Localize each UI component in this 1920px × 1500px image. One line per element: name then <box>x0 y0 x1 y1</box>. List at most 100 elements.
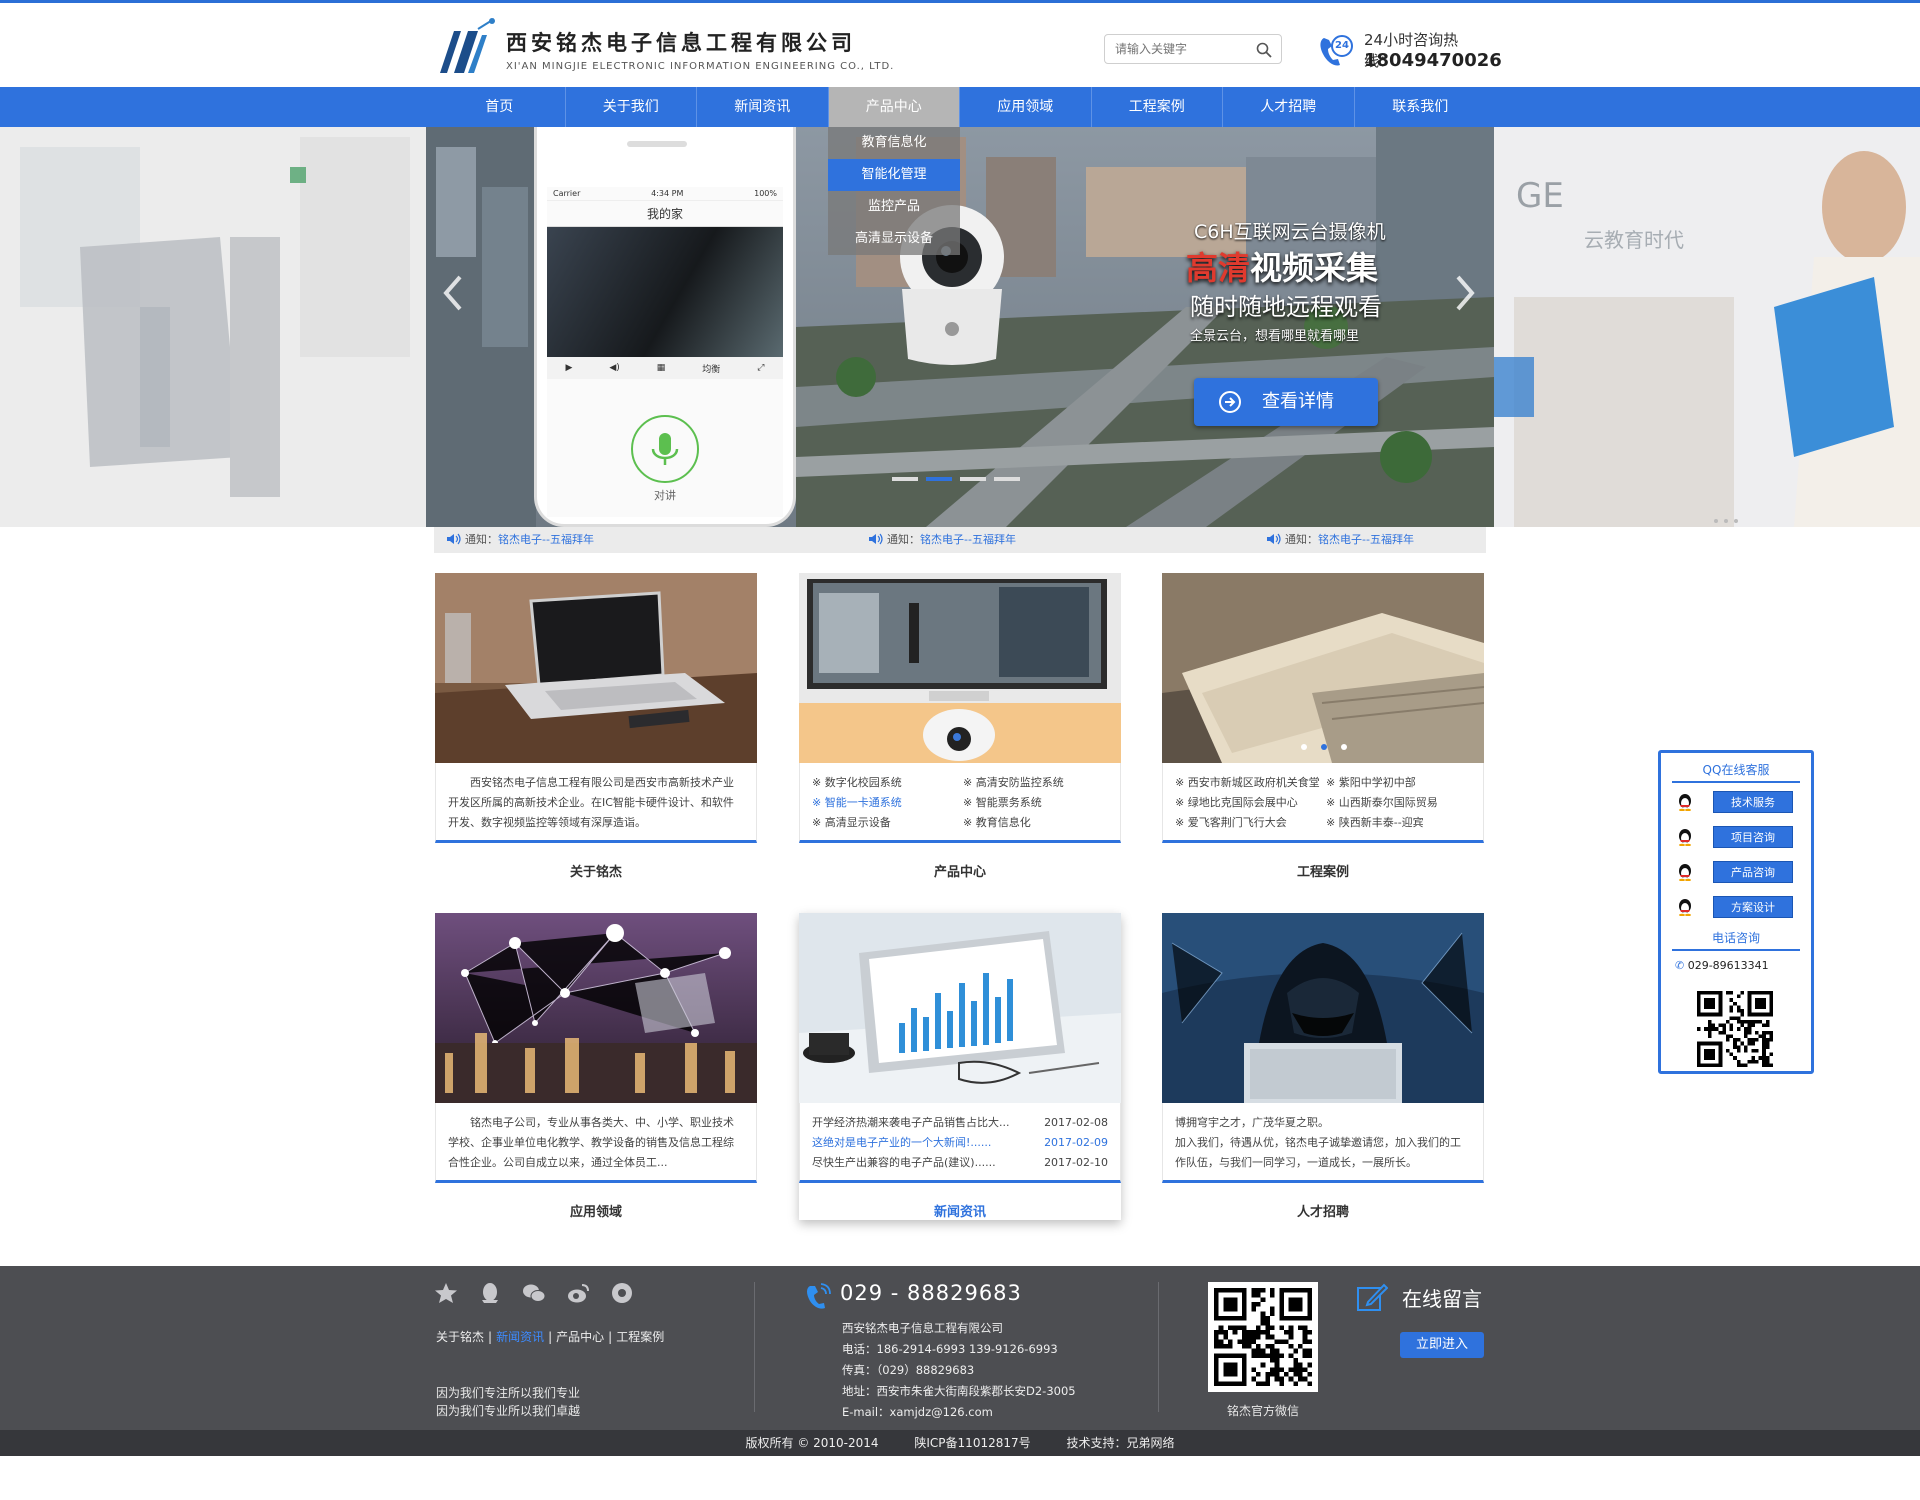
case-list-item[interactable]: ※ 山西斯泰尔国际贸易 <box>1326 793 1471 813</box>
card-products-title[interactable]: 产品中心 <box>799 861 1121 880</box>
product-list-item[interactable]: ※ 高清显示设备 <box>812 813 957 833</box>
phone-24h-icon <box>1320 35 1353 66</box>
qq-service-button[interactable]: 项目咨询 <box>1713 826 1793 848</box>
nav-about[interactable]: 关于我们 <box>566 87 697 127</box>
news-title[interactable]: 尽快生产出兼容的电子产品(建议)...... <box>812 1153 996 1173</box>
product-list-item[interactable]: ※ 高清安防监控系统 <box>963 773 1108 793</box>
notice-item: 通知：铭杰电子--五福拜年 <box>1266 527 1414 553</box>
card-about[interactable]: 西安铭杰电子信息工程有限公司是西安市高新技术产业开发区所属的高新技术企业。在IC… <box>435 573 757 880</box>
tech-support[interactable]: 技术支持：兄弟网络 <box>1066 1436 1174 1450</box>
card-news-list: 开学经济热潮来袭电子产品销售占比大... 2017-02-08 这绝对是电子产业的一… <box>799 1103 1121 1183</box>
notice-link[interactable]: 铭杰电子--五福拜年 <box>498 533 594 546</box>
browser-icon[interactable] <box>610 1282 634 1304</box>
banner-next-arrow-icon[interactable] <box>1452 273 1478 313</box>
view-details-button[interactable]: 查看详情 <box>1194 378 1378 426</box>
phone-carrier: Carrier <box>553 189 581 198</box>
qq-service-button[interactable]: 产品咨询 <box>1713 861 1793 883</box>
notice-link[interactable]: 铭杰电子--五福拜年 <box>1318 533 1414 546</box>
qq-service-row: 项目咨询 <box>1661 818 1811 853</box>
card-jobs[interactable]: 博拥穹宇之才，广茂华夏之职。 加入我们，待遇从优，铭杰电子诚挚邀请您，加入我们的… <box>1162 913 1484 1220</box>
speaker-icon <box>869 533 883 545</box>
enter-now-button[interactable]: 立即进入 <box>1400 1332 1484 1358</box>
phone-screen: Carrier 4:34 PM 100% 我的家 ▶ ◀) ▦ 均衡 ⤢ 对讲 <box>547 187 783 517</box>
nav-applications[interactable]: 应用领域 <box>960 87 1092 127</box>
wechat-icon[interactable] <box>522 1282 546 1304</box>
banner-dot[interactable] <box>892 477 918 481</box>
search-box <box>1104 34 1282 64</box>
banner-dot[interactable] <box>926 477 952 481</box>
phone-mode-label: 均衡 <box>702 364 721 375</box>
nav-contact[interactable]: 联系我们 <box>1355 87 1487 127</box>
submenu-smart-management[interactable]: 智能化管理 <box>828 159 960 191</box>
footer-email: E-mail：xamjdz@126.com <box>842 1405 993 1419</box>
bullet-icon: ※ <box>1326 776 1339 789</box>
case-list-item[interactable]: ※ 绿地比克国际会展中心 <box>1175 793 1320 813</box>
product-list-item[interactable]: ※ 智能票务系统 <box>963 793 1108 813</box>
news-row[interactable]: 尽快生产出兼容的电子产品(建议)...... 2017-02-10 <box>812 1153 1108 1173</box>
banner-prev-arrow-icon[interactable] <box>440 273 466 313</box>
news-date: 2017-02-08 <box>1044 1116 1108 1129</box>
qr-code-icon <box>1214 1288 1312 1386</box>
qq-penguin-icon <box>1679 829 1691 846</box>
product-list-item[interactable]: ※ 数字化校园系统 <box>812 773 957 793</box>
search-input[interactable] <box>1105 35 1245 63</box>
footer-link-cases[interactable]: 工程案例 <box>616 1330 664 1344</box>
news-row[interactable]: 这绝对是电子产业的一个大新闻!...... 2017-02-09 <box>812 1133 1108 1153</box>
laptop-image <box>435 573 757 763</box>
case-list-item[interactable]: ※ 西安市新城区政府机关食堂 <box>1175 773 1320 793</box>
icp-number[interactable]: 陕ICP备11012817号 <box>914 1436 1030 1450</box>
banner-dot[interactable] <box>994 477 1020 481</box>
favorite-star-icon[interactable] <box>434 1282 458 1304</box>
case-list-label: 爱飞客荆门飞行大会 <box>1187 816 1287 829</box>
footer-company: 西安铭杰电子信息工程有限公司 <box>842 1321 1003 1335</box>
card-news-title[interactable]: 新闻资讯 <box>799 1201 1121 1220</box>
submenu-hd-display[interactable]: 高清显示设备 <box>828 223 960 255</box>
nav-home[interactable]: 首页 <box>434 87 566 127</box>
footer-link-news[interactable]: 新闻资讯 <box>496 1330 544 1344</box>
product-list-label: 高清显示设备 <box>824 816 891 829</box>
news-title[interactable]: 这绝对是电子产业的一个大新闻!...... <box>812 1133 991 1153</box>
footer-link-products[interactable]: 产品中心 <box>556 1330 604 1344</box>
qq-icon[interactable] <box>478 1282 502 1304</box>
card-about-title[interactable]: 关于铭杰 <box>435 861 757 880</box>
card-jobs-title[interactable]: 人才招聘 <box>1162 1201 1484 1220</box>
qq-service-button[interactable]: 方案设计 <box>1713 896 1793 918</box>
card-cases-title[interactable]: 工程案例 <box>1162 861 1484 880</box>
card-products[interactable]: ※ 数字化校园系统 ※ 高清安防监控系统 ※ 智能一卡通系统 ※ 智能票务系统 ※ 高清… <box>799 573 1121 880</box>
footer-slogan-2: 因为我们专业所以我们卓越 <box>436 1404 581 1418</box>
search-icon[interactable] <box>1255 41 1273 59</box>
submenu-education[interactable]: 教育信息化 <box>828 127 960 159</box>
news-row[interactable]: 开学经济热潮来袭电子产品销售占比大... 2017-02-08 <box>812 1113 1108 1133</box>
jobs-line-1: 博拥穹宇之才，广茂华夏之职。 <box>1175 1116 1329 1129</box>
notice-link[interactable]: 铭杰电子--五福拜年 <box>920 533 1016 546</box>
phone-talk-label: 对讲 <box>654 489 676 502</box>
news-title[interactable]: 开学经济热潮来袭电子产品销售占比大... <box>812 1113 1010 1133</box>
nav-jobs[interactable]: 人才招聘 <box>1223 87 1355 127</box>
card-applications-title[interactable]: 应用领域 <box>435 1201 757 1220</box>
case-list-label: 绿地比克国际会展中心 <box>1187 796 1298 809</box>
nav-cases[interactable]: 工程案例 <box>1092 87 1223 127</box>
footer-link-about[interactable]: 关于铭杰 <box>436 1330 484 1344</box>
copyright-bar: 版权所有 © 2010-2014 陕ICP备11012817号 技术支持：兄弟网… <box>0 1430 1920 1456</box>
card-news[interactable]: 开学经济热潮来袭电子产品销售占比大... 2017-02-08 这绝对是电子产业的一… <box>799 913 1121 1220</box>
banner-dot[interactable] <box>960 477 986 481</box>
product-list-item[interactable]: ※ 智能一卡通系统 <box>812 793 957 813</box>
weibo-icon[interactable] <box>566 1282 590 1304</box>
case-list-item[interactable]: ※ 紫阳中学初中部 <box>1326 773 1471 793</box>
card-cases[interactable]: ※ 西安市新城区政府机关食堂 ※ 紫阳中学初中部 ※ 绿地比克国际会展中心 ※ 山西斯… <box>1162 573 1484 880</box>
qq-penguin-icon <box>1679 899 1691 916</box>
product-list-item[interactable]: ※ 教育信息化 <box>963 813 1108 833</box>
nav-news[interactable]: 新闻资讯 <box>697 87 829 127</box>
qq-service-button[interactable]: 技术服务 <box>1713 791 1793 813</box>
nav-products[interactable]: 产品中心 <box>828 87 960 127</box>
bullet-icon: ※ <box>963 776 976 789</box>
case-list-item[interactable]: ※ 陕西新丰泰--迎宾 <box>1326 813 1471 833</box>
submenu-monitoring[interactable]: 监控产品 <box>828 191 960 223</box>
copyright-text: 版权所有 © 2010-2014 <box>745 1436 879 1450</box>
bullet-icon: ※ <box>812 816 825 829</box>
company-logo[interactable] <box>434 17 498 77</box>
case-list-item[interactable]: ※ 爱飞客荆门飞行大会 <box>1175 813 1320 833</box>
card-applications[interactable]: 铭杰电子公司，专业从事各类大、中、小学、职业技术学校、企事业单位电化教学、教学设… <box>435 913 757 1220</box>
notice-label: 通知： <box>1285 533 1318 546</box>
card-about-text: 西安铭杰电子信息工程有限公司是西安市高新技术产业开发区所属的高新技术企业。在IC… <box>435 763 757 843</box>
